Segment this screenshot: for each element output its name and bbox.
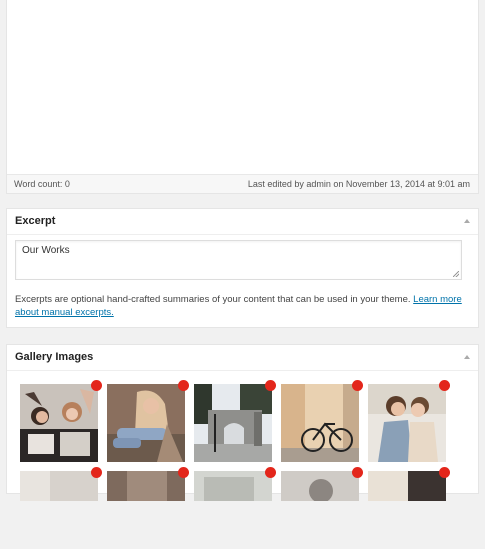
resize-grip-icon[interactable] (453, 271, 459, 277)
photo (194, 471, 272, 501)
remove-image-icon[interactable] (91, 467, 102, 478)
photo (281, 471, 359, 501)
photo (107, 471, 185, 501)
content-editor: Word count: 0 Last edited by admin on No… (6, 0, 479, 194)
excerpt-value: Our Works (22, 245, 70, 256)
gallery-thumbnail[interactable] (281, 467, 363, 549)
excerpt-header[interactable]: Excerpt (7, 209, 478, 235)
woman-sitting-photo (107, 384, 185, 462)
remove-image-icon[interactable] (265, 380, 276, 391)
gallery-thumbnail[interactable] (368, 467, 450, 549)
gallery-thumbnail[interactable] (107, 467, 189, 549)
gallery-thumbnail[interactable] (368, 380, 450, 462)
remove-image-icon[interactable] (91, 380, 102, 391)
gallery-thumbnail[interactable] (20, 380, 102, 462)
remove-image-icon[interactable] (178, 380, 189, 391)
excerpt-textarea[interactable]: Our Works (15, 240, 462, 280)
excerpt-title: Excerpt (15, 215, 56, 227)
remove-image-icon[interactable] (352, 467, 363, 478)
remove-image-icon[interactable] (439, 380, 450, 391)
collapse-arrow-icon[interactable] (464, 355, 470, 359)
word-count: Word count: 0 (14, 179, 70, 189)
photo (20, 471, 98, 501)
editor-status-bar: Word count: 0 Last edited by admin on No… (7, 174, 478, 193)
bicycle-wall-photo (281, 384, 359, 462)
gallery-thumbnail[interactable] (194, 467, 276, 549)
gallery-header[interactable]: Gallery Images (7, 345, 478, 371)
collapse-arrow-icon[interactable] (464, 219, 470, 223)
gallery-thumbnail[interactable] (20, 467, 102, 549)
couple-photo (368, 384, 446, 462)
excerpt-help-text: Excerpts are optional hand-crafted summa… (15, 293, 465, 319)
photo (368, 471, 446, 501)
remove-image-icon[interactable] (265, 467, 276, 478)
gallery-title: Gallery Images (15, 351, 94, 363)
remove-image-icon[interactable] (178, 467, 189, 478)
remove-image-icon[interactable] (439, 467, 450, 478)
excerpt-help-sentence: Excerpts are optional hand-crafted summa… (15, 294, 411, 305)
gallery-thumbnail[interactable] (107, 380, 189, 462)
stone-gate-street-photo (194, 384, 272, 462)
remove-image-icon[interactable] (352, 380, 363, 391)
excerpt-postbox: Excerpt Our Works Excerpts are optional … (6, 208, 479, 328)
gallery-thumbnail[interactable] (281, 380, 363, 462)
last-edited: Last edited by admin on November 13, 201… (247, 179, 470, 189)
gallery-thumbnail[interactable] (194, 380, 276, 462)
friends-in-car-photo (20, 384, 98, 462)
gallery-postbox: Gallery Images (6, 344, 479, 501)
editor-text-area[interactable] (7, 0, 478, 176)
